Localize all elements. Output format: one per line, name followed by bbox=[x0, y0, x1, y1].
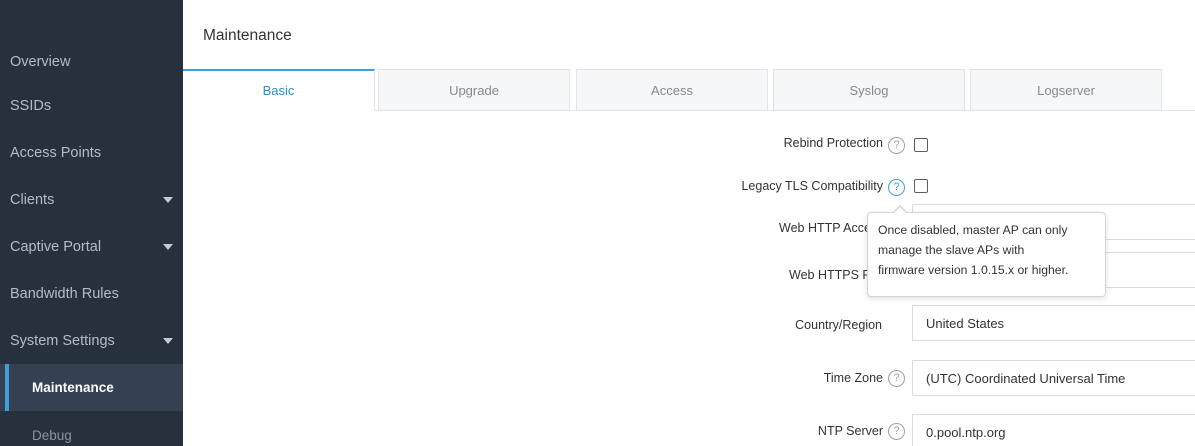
sidebar-item-label: Debug bbox=[32, 427, 72, 443]
tab-label: Upgrade bbox=[449, 82, 499, 98]
tab-divider bbox=[375, 110, 1195, 111]
help-tooltip: Once disabled, master AP can only manage… bbox=[867, 205, 1106, 297]
tab-syslog[interactable]: Syslog bbox=[773, 69, 965, 111]
tooltip-line: Once disabled, master AP can only bbox=[878, 223, 1068, 237]
help-icon[interactable]: ? bbox=[888, 423, 905, 440]
sidebar-item-label: System Settings bbox=[10, 333, 115, 349]
sidebar-item-label: Maintenance bbox=[32, 380, 114, 395]
sidebar-item-clients[interactable]: Clients bbox=[0, 178, 183, 222]
tab-access[interactable]: Access bbox=[576, 69, 768, 111]
tab-bar: Basic Upgrade Access Syslog Logserver bbox=[183, 69, 1195, 111]
country-region-label: Country/Region bbox=[795, 318, 882, 332]
time-zone-value: (UTC) Coordinated Universal Time bbox=[926, 370, 1126, 386]
ntp-server-input[interactable]: 0.pool.ntp.org bbox=[912, 414, 1195, 446]
app-root: Overview SSIDs Access Points Clients Cap… bbox=[0, 0, 1195, 446]
sidebar-item-label: Captive Portal bbox=[10, 239, 102, 255]
sidebar-item-label: Bandwidth Rules bbox=[10, 286, 119, 302]
sidebar-item-debug[interactable]: Debug bbox=[0, 413, 183, 446]
tab-logserver[interactable]: Logserver bbox=[970, 69, 1162, 111]
rebind-protection-label: Rebind Protection bbox=[783, 136, 883, 150]
sidebar-item-access-points[interactable]: Access Points bbox=[0, 131, 183, 175]
country-region-select[interactable]: United States bbox=[912, 305, 1195, 341]
tab-label: Basic bbox=[262, 83, 295, 98]
web-https-port-label: Web HTTPS P bbox=[789, 268, 871, 282]
time-zone-label: Time Zone bbox=[823, 371, 883, 385]
ntp-server-label: NTP Server bbox=[817, 424, 883, 438]
help-icon[interactable]: ? bbox=[888, 370, 905, 387]
help-icon[interactable]: ? bbox=[888, 137, 905, 154]
rebind-protection-checkbox[interactable] bbox=[914, 138, 928, 152]
legacy-tls-checkbox[interactable] bbox=[914, 179, 928, 193]
sidebar-item-maintenance[interactable]: Maintenance bbox=[0, 364, 183, 411]
tab-upgrade[interactable]: Upgrade bbox=[378, 69, 570, 111]
sidebar-item-label: Clients bbox=[10, 192, 55, 208]
web-http-access-label: Web HTTP Acce bbox=[779, 221, 871, 235]
tab-basic[interactable]: Basic bbox=[183, 69, 375, 111]
page-title: Maintenance bbox=[203, 27, 292, 44]
country-region-value: United States bbox=[926, 315, 1005, 331]
help-icon[interactable]: ? bbox=[888, 179, 905, 196]
legacy-tls-label: Legacy TLS Compatibility bbox=[741, 179, 883, 193]
sidebar-item-overview[interactable]: Overview bbox=[0, 40, 183, 84]
sidebar: Overview SSIDs Access Points Clients Cap… bbox=[0, 0, 183, 446]
sidebar-item-label: SSIDs bbox=[10, 98, 52, 114]
tooltip-line: firmware version 1.0.15.x or higher. bbox=[878, 263, 1069, 277]
tab-label: Logserver bbox=[1037, 82, 1095, 98]
sidebar-item-ssids[interactable]: SSIDs bbox=[0, 84, 183, 128]
tab-label: Access bbox=[651, 82, 693, 98]
time-zone-select[interactable]: (UTC) Coordinated Universal Time bbox=[912, 360, 1195, 396]
sidebar-item-bandwidth-rules[interactable]: Bandwidth Rules bbox=[0, 272, 183, 316]
ntp-server-value: 0.pool.ntp.org bbox=[926, 424, 1006, 440]
caret-down-icon bbox=[163, 244, 173, 250]
caret-down-icon bbox=[163, 338, 173, 344]
tab-label: Syslog bbox=[849, 82, 889, 98]
tooltip-line: manage the slave APs with bbox=[878, 243, 1025, 257]
sidebar-item-captive-portal[interactable]: Captive Portal bbox=[0, 225, 183, 269]
sidebar-item-label: Access Points bbox=[10, 145, 102, 161]
caret-down-icon bbox=[163, 197, 173, 203]
sidebar-item-system-settings[interactable]: System Settings bbox=[0, 319, 183, 363]
sidebar-item-label: Overview bbox=[10, 54, 71, 70]
